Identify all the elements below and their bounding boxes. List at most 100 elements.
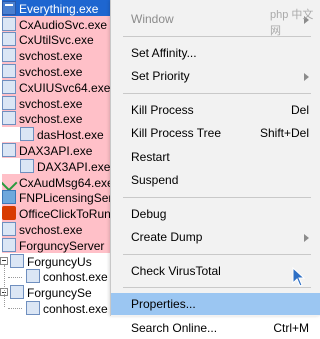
process-row[interactable]: CxUIUSvc64.exe	[2, 79, 120, 95]
process-name: svchost.exe	[19, 96, 83, 111]
menu-item-search-online[interactable]: Search Online... Ctrl+M	[111, 317, 320, 339]
process-name: ForguncyServer	[19, 238, 105, 253]
menu-item-set-affinity[interactable]: Set Affinity...	[111, 42, 320, 64]
process-row[interactable]: Everything.exe	[2, 0, 120, 16]
process-row[interactable]: DAX3API.exe	[2, 142, 120, 159]
window-icon	[2, 79, 16, 94]
process-row[interactable]: OfficeClickToRun	[2, 205, 120, 222]
process-name: CxAudioSvc.exe	[19, 17, 108, 32]
process-row[interactable]: svchost.exe	[2, 221, 120, 238]
window-icon	[2, 95, 16, 110]
menu-item-label: Properties...	[131, 297, 196, 311]
process-tree-list[interactable]: Everything.exe CxAudioSvc.exe CxUtilSvc.ex…	[0, 0, 120, 317]
process-name: CxUIUSvc64.exe	[19, 80, 111, 95]
process-name: DAX3API.exe	[19, 144, 93, 159]
menu-item-label: Kill Process Tree	[131, 126, 222, 140]
process-row[interactable]: svchost.exe	[2, 63, 120, 80]
process-row[interactable]: conhost.exe	[26, 300, 120, 317]
menu-item-label: Search Online...	[131, 320, 218, 335]
menu-item-label: Debug	[131, 206, 167, 221]
menu-item-debug[interactable]: Debug	[111, 203, 320, 225]
window-icon	[2, 48, 16, 63]
window-icon	[26, 301, 40, 316]
process-name: svchost.exe	[19, 49, 83, 64]
menu-item-shortcut: Ctrl+M	[273, 320, 309, 335]
window-icon	[20, 127, 34, 142]
process-name: OfficeClickToRun	[19, 207, 111, 222]
process-name: Everything.exe	[19, 1, 99, 16]
window-icon	[26, 269, 40, 284]
window-icon	[2, 32, 16, 47]
tree-connector-line	[4, 264, 5, 307]
process-row[interactable]: conhost.exe	[26, 268, 120, 285]
process-name: svchost.exe	[19, 223, 83, 238]
menu-separator	[123, 253, 311, 255]
office-icon	[2, 206, 16, 221]
audio-check-icon	[2, 175, 16, 189]
menu-separator	[123, 287, 311, 288]
process-name: svchost.exe	[19, 65, 83, 80]
process-name: CxAudMsg64.exe	[19, 175, 114, 190]
process-name: ForguncySe	[27, 286, 92, 301]
window-icon	[2, 111, 16, 126]
menu-item-shortcut: Del	[290, 102, 309, 117]
menu-item-kill-process[interactable]: Kill Process Del	[111, 99, 320, 121]
process-name: svchost.exe	[19, 112, 83, 127]
process-row[interactable]: CxAudMsg64.exe	[2, 173, 120, 190]
process-row[interactable]: ForguncyServer	[2, 237, 120, 253]
menu-item-label: Set Priority	[131, 69, 190, 83]
process-name: DAX3API.exe	[37, 159, 111, 174]
process-name: conhost.exe	[43, 270, 108, 285]
window-icon	[2, 64, 16, 79]
process-name: dasHost.exe	[37, 128, 104, 143]
process-row[interactable]: FNPLicensingService	[2, 189, 120, 206]
process-row[interactable]: DAX3API.exe	[20, 158, 120, 174]
menu-item-label: Window	[131, 12, 174, 26]
context-menu: Window Set Affinity... Set Priority Kill Pr…	[110, 0, 320, 335]
mouse-cursor-icon	[292, 267, 306, 287]
process-row[interactable]: dasHost.exe	[20, 126, 120, 143]
window-icon	[2, 222, 16, 237]
menu-item-restart[interactable]: Restart	[111, 146, 320, 168]
window-icon	[2, 16, 16, 31]
generic-icon	[2, 190, 16, 205]
menu-item-label: Set Affinity...	[131, 45, 197, 60]
menu-item-properties[interactable]: Properties...	[111, 293, 320, 315]
menu-item-shortcut: Shift+Del	[259, 126, 309, 140]
scrollbar[interactable]	[311, 0, 320, 316]
process-name: conhost.exe	[43, 302, 108, 317]
tree-connector-line	[8, 276, 22, 278]
menu-item-label: Check VirusTotal	[131, 263, 221, 278]
process-name: CxUtilSvc.exe	[19, 33, 94, 48]
process-row[interactable]: svchost.exe	[2, 110, 120, 127]
menu-item-check-virustotal[interactable]: Check VirusTotal	[111, 260, 320, 282]
process-row[interactable]: ForguncySe	[10, 284, 120, 301]
menu-separator	[123, 92, 311, 94]
process-row[interactable]: svchost.exe	[2, 94, 120, 111]
process-name: ForguncyUs	[27, 254, 92, 269]
menu-item-kill-process-tree[interactable]: Kill Process Tree Shift+Del	[111, 122, 320, 144]
window-icon	[10, 253, 24, 268]
menu-item-label: Suspend	[131, 173, 179, 187]
window-icon	[10, 285, 24, 300]
window-icon	[20, 158, 34, 173]
menu-item-label: Kill Process	[131, 102, 194, 117]
process-row[interactable]: ForguncyUs	[10, 252, 120, 269]
window-icon	[2, 237, 16, 252]
process-row[interactable]: CxAudioSvc.exe	[2, 15, 120, 32]
menu-item-suspend[interactable]: Suspend	[111, 169, 320, 191]
menu-item-label: Create Dump	[131, 230, 203, 244]
menu-item-label: Restart	[131, 149, 170, 164]
process-row[interactable]: CxUtilSvc.exe	[2, 31, 120, 48]
submenu-arrow-icon	[304, 234, 309, 242]
tree-collapse-icon[interactable]	[0, 256, 8, 265]
app-icon	[2, 0, 16, 15]
process-row[interactable]: svchost.exe	[2, 47, 120, 64]
tree-connector-line	[8, 308, 22, 310]
menu-item-create-dump[interactable]: Create Dump	[111, 226, 320, 248]
process-name: FNPLicensingService	[19, 191, 120, 206]
submenu-arrow-icon	[304, 73, 309, 81]
menu-separator	[123, 196, 311, 198]
menu-item-set-priority[interactable]: Set Priority	[111, 65, 320, 87]
window-icon	[2, 143, 16, 158]
